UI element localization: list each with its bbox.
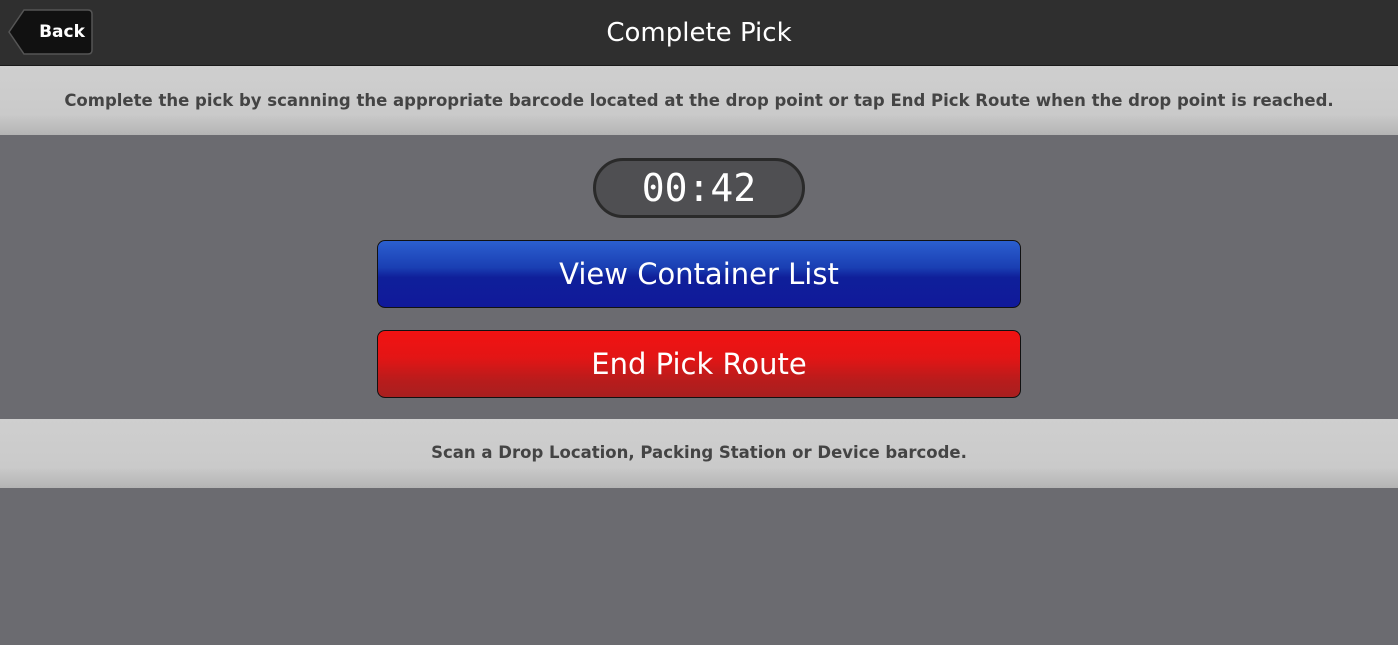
elapsed-timer: 00:42 bbox=[593, 158, 805, 218]
scan-prompt-banner: Scan a Drop Location, Packing Station or… bbox=[0, 419, 1398, 488]
instruction-banner: Complete the pick by scanning the approp… bbox=[0, 66, 1398, 135]
page-title: Complete Pick bbox=[606, 18, 792, 48]
view-container-list-button[interactable]: View Container List bbox=[377, 240, 1021, 308]
instruction-text: Complete the pick by scanning the approp… bbox=[64, 91, 1334, 110]
back-button[interactable]: Back bbox=[8, 9, 93, 55]
scan-prompt-text: Scan a Drop Location, Packing Station or… bbox=[431, 443, 967, 462]
end-pick-route-button[interactable]: End Pick Route bbox=[377, 330, 1021, 398]
back-label: Back bbox=[39, 22, 85, 42]
header-bar: Back Complete Pick bbox=[0, 0, 1398, 66]
